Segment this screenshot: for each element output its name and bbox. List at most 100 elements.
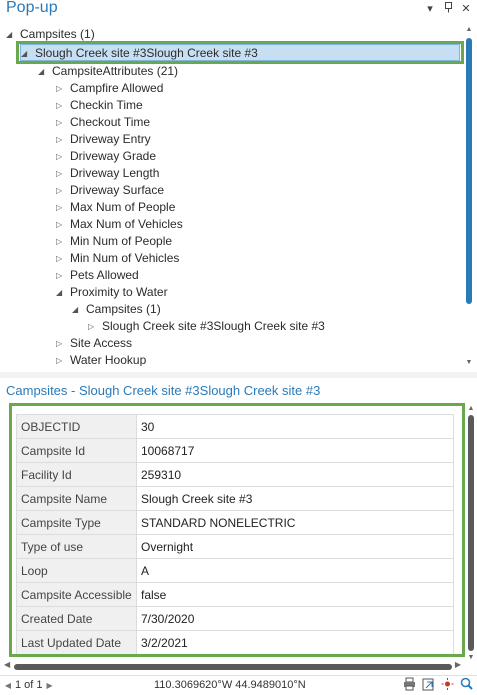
collapsed-arrow-icon[interactable]: ▷ xyxy=(56,182,66,199)
field-name: Facility Id xyxy=(16,462,137,487)
field-name: Campsite Type xyxy=(16,510,137,535)
attribute-table-highlight: OBJECTID 30 Campsite Id 10068717 Facility … xyxy=(9,403,465,657)
field-value: 10068717 xyxy=(136,438,454,463)
expanded-arrow-icon[interactable]: ◢ xyxy=(6,26,16,43)
pane-window-controls: ▾ ✕ xyxy=(425,2,471,16)
tree-attribute-item[interactable]: ▷ Max Num of Vehicles xyxy=(56,216,183,233)
tree-attribute-item[interactable]: ▷ Pets Allowed xyxy=(56,267,139,284)
field-value: STANDARD NONELECTRIC xyxy=(136,510,454,535)
tree-attribute-item[interactable]: ▷ Site Access xyxy=(56,335,132,352)
tree-attribute-item[interactable]: ▷ Water Hookup xyxy=(56,352,146,366)
tree-attribute-item[interactable]: ▷ Max Num of People xyxy=(56,199,175,216)
popup-statusbar: ◀ 1 of 1 ▶ 110.3069620°W 44.9489010°N xyxy=(0,675,477,695)
tree-nested-group[interactable]: ◢ Campsites (1) xyxy=(72,301,161,318)
tree-attribute-item[interactable]: ▷ Campfire Allowed xyxy=(56,80,163,97)
table-row: Campsite Id 10068717 xyxy=(16,438,454,463)
table-row: Campsite Type STANDARD NONELECTRIC xyxy=(16,510,454,535)
scrollbar-thumb[interactable] xyxy=(468,415,474,651)
field-value: 3/2/2021 xyxy=(136,630,454,654)
field-name: Campsite Accessible xyxy=(16,582,137,607)
pager: ◀ 1 of 1 ▶ xyxy=(4,679,54,691)
collapsed-arrow-icon[interactable]: ▷ xyxy=(56,97,66,114)
tree-attribute-item[interactable]: ▷ Driveway Grade xyxy=(56,148,156,165)
dropdown-arrow-icon[interactable]: ▾ xyxy=(425,2,435,16)
page-label: 1 of 1 xyxy=(15,679,43,691)
selection-highlight-outline xyxy=(16,41,464,64)
tree-attribute-item[interactable]: ▷ Driveway Entry xyxy=(56,131,151,148)
scroll-left-icon[interactable]: ◀ xyxy=(4,660,10,669)
collapsed-arrow-icon[interactable]: ▷ xyxy=(56,199,66,216)
field-name: Loop xyxy=(16,558,137,583)
field-value: 259310 xyxy=(136,462,454,487)
expanded-arrow-icon[interactable]: ◢ xyxy=(56,284,66,301)
field-value: false xyxy=(136,582,454,607)
table-row: OBJECTID 30 xyxy=(16,414,454,439)
expanded-arrow-icon[interactable]: ◢ xyxy=(72,301,82,318)
collapsed-arrow-icon[interactable]: ▷ xyxy=(56,114,66,131)
collapsed-arrow-icon[interactable]: ▷ xyxy=(56,216,66,233)
scroll-up-icon[interactable]: ▲ xyxy=(467,405,475,412)
field-value: Overnight xyxy=(136,534,454,559)
previous-feature-icon[interactable]: ◀ xyxy=(4,681,12,690)
details-vertical-scrollbar[interactable]: ▲ ▼ xyxy=(467,405,475,661)
scrollbar-thumb[interactable] xyxy=(466,38,472,304)
zoom-to-icon[interactable] xyxy=(460,677,473,691)
tree-attribute-item[interactable]: ▷ Checkin Time xyxy=(56,97,143,114)
field-name: Last Updated Date xyxy=(16,630,137,654)
table-row: Campsite Accessible false xyxy=(16,582,454,607)
table-row: Last Updated Date 3/2/2021 xyxy=(16,630,454,654)
scroll-down-icon[interactable]: ▼ xyxy=(467,654,475,661)
export-icon[interactable] xyxy=(422,677,435,691)
details-horizontal-scrollbar[interactable]: ◀ ▶ xyxy=(0,660,477,672)
scrollbar-thumb[interactable] xyxy=(14,664,452,670)
pane-title: Pop-up xyxy=(6,0,58,16)
popup-tools xyxy=(403,677,473,691)
flash-icon[interactable] xyxy=(441,677,454,691)
tree-attribute-item-expanded[interactable]: ◢ Proximity to Water xyxy=(56,284,168,301)
tree-attribute-item[interactable]: ▷ Min Num of Vehicles xyxy=(56,250,179,267)
next-feature-icon[interactable]: ▶ xyxy=(46,681,54,690)
popup-feature-tree: ◢ Campsites (1) ◢ Slough Creek site #3Slou… xyxy=(0,26,462,366)
expanded-arrow-icon[interactable]: ◢ xyxy=(38,63,48,80)
collapsed-arrow-icon[interactable]: ▷ xyxy=(56,352,66,366)
collapsed-arrow-icon[interactable]: ▷ xyxy=(56,131,66,148)
collapsed-arrow-icon[interactable]: ▷ xyxy=(56,267,66,284)
pane-splitter[interactable] xyxy=(0,372,477,378)
field-value: 30 xyxy=(136,414,454,439)
collapsed-arrow-icon[interactable]: ▷ xyxy=(56,148,66,165)
tree-nested-feature[interactable]: ▷ Slough Creek site #3Slough Creek site #… xyxy=(88,318,325,335)
pin-icon[interactable] xyxy=(443,2,453,16)
field-name: Campsite Name xyxy=(16,486,137,511)
table-row: Campsite Name Slough Creek site #3 xyxy=(16,486,454,511)
tree-attribute-item[interactable]: ▷ Driveway Length xyxy=(56,165,159,182)
scroll-right-icon[interactable]: ▶ xyxy=(455,660,461,669)
tree-vertical-scrollbar[interactable]: ▲ ▼ xyxy=(465,26,473,366)
field-value: 7/30/2020 xyxy=(136,606,454,631)
table-row: Type of use Overnight xyxy=(16,534,454,559)
field-name: Type of use xyxy=(16,534,137,559)
field-name: Campsite Id xyxy=(16,438,137,463)
field-name: Created Date xyxy=(16,606,137,631)
collapsed-arrow-icon[interactable]: ▷ xyxy=(88,318,98,335)
field-value: A xyxy=(136,558,454,583)
table-row: Facility Id 259310 xyxy=(16,462,454,487)
collapsed-arrow-icon[interactable]: ▷ xyxy=(56,250,66,267)
print-icon[interactable] xyxy=(403,677,416,691)
details-title: Campsites - Slough Creek site #3Slough C… xyxy=(6,383,321,398)
collapsed-arrow-icon[interactable]: ▷ xyxy=(56,335,66,352)
collapsed-arrow-icon[interactable]: ▷ xyxy=(56,233,66,250)
table-row: Created Date 7/30/2020 xyxy=(16,606,454,631)
close-icon[interactable]: ✕ xyxy=(461,2,471,16)
table-row: Loop A xyxy=(16,558,454,583)
scroll-up-icon[interactable]: ▲ xyxy=(465,26,473,33)
collapsed-arrow-icon[interactable]: ▷ xyxy=(56,165,66,182)
field-value: Slough Creek site #3 xyxy=(136,486,454,511)
tree-related-group[interactable]: ◢ CampsiteAttributes (21) xyxy=(38,63,178,80)
field-name: OBJECTID xyxy=(16,414,137,439)
tree-attribute-item[interactable]: ▷ Min Num of People xyxy=(56,233,172,250)
tree-attribute-item[interactable]: ▷ Checkout Time xyxy=(56,114,150,131)
collapsed-arrow-icon[interactable]: ▷ xyxy=(56,80,66,97)
scroll-down-icon[interactable]: ▼ xyxy=(465,359,473,366)
tree-attribute-item[interactable]: ▷ Driveway Surface xyxy=(56,182,164,199)
pane-titlebar: Pop-up ▾ ✕ xyxy=(0,0,477,22)
